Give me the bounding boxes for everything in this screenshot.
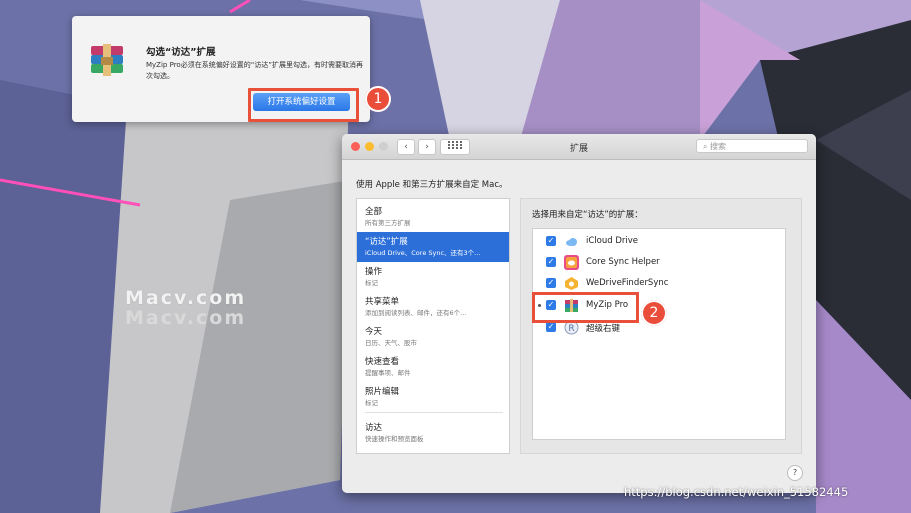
step-1-highlight: [248, 88, 359, 122]
sidebar-item-title: 照片编辑: [365, 387, 400, 397]
search-input[interactable]: ⌕ 搜索: [696, 139, 808, 153]
sidebar-item-title: 操作: [365, 267, 383, 277]
extension-row-wedrive[interactable]: ✓ WeDriveFinderSync: [533, 274, 785, 294]
extension-category-sidebar: 全部 所有第三方扩展 “访达”扩展 iCloud Drive、Core Sync…: [356, 198, 510, 454]
step-1-badge: 1: [365, 86, 391, 112]
sidebar-item-title: 共享菜单: [365, 297, 400, 307]
search-icon: ⌕: [703, 142, 708, 151]
extension-checkbox[interactable]: ✓: [546, 278, 556, 288]
sidebar-divider: [365, 412, 503, 413]
sidebar-item-subtitle: 标记: [365, 279, 378, 287]
minimize-button[interactable]: [365, 142, 374, 151]
extensions-list: ✓ iCloud Drive ✓ Core Sync Helper ✓ WeDr…: [532, 228, 786, 440]
extension-row-icloud-drive[interactable]: ✓ iCloud Drive: [533, 232, 785, 252]
sidebar-item-subtitle: 所有第三方扩展: [365, 219, 411, 227]
back-button[interactable]: ‹: [397, 139, 415, 155]
step-2-badge: 2: [641, 300, 667, 326]
watermark-text-shadow: Macv.com: [125, 307, 247, 329]
notification-title: 勾选“访达”扩展: [146, 47, 216, 58]
extension-name: Core Sync Helper: [586, 257, 660, 267]
sidebar-item-subtitle: 快速操作和预览面板: [365, 435, 424, 443]
sidebar-item-subtitle: iCloud Drive、Core Sync、还有3个...: [365, 249, 481, 257]
sidebar-item-finder[interactable]: 访达 快速操作和预览面板: [357, 418, 509, 448]
extension-name: 超级右键: [586, 324, 621, 334]
step-2-highlight: [532, 292, 639, 323]
extension-checkbox[interactable]: ✓: [546, 236, 556, 246]
sidebar-item-all[interactable]: 全部 所有第三方扩展: [357, 202, 509, 232]
wedrive-icon: [565, 277, 578, 290]
sidebar-item-finder-extensions[interactable]: “访达”扩展 iCloud Drive、Core Sync、还有3个...: [357, 232, 509, 262]
extensions-pane: 选择用来自定“访达”的扩展： ✓ iCloud Drive ✓ Core Syn…: [520, 198, 802, 454]
sidebar-item-share-menu[interactable]: 共享菜单 添加到阅读列表、邮件，还有6个...: [357, 292, 509, 322]
sidebar-item-title: 全部: [365, 207, 383, 217]
extension-row-core-sync-helper[interactable]: ✓ Core Sync Helper: [533, 253, 785, 273]
sidebar-item-quick-look[interactable]: 快速查看 提醒事项、邮件: [357, 352, 509, 382]
extension-name: iCloud Drive: [586, 236, 639, 246]
sidebar-item-subtitle: 日历、天气、股市: [365, 339, 417, 347]
extension-name: WeDriveFinderSync: [586, 278, 669, 288]
close-button[interactable]: [351, 142, 360, 151]
svg-text:R: R: [568, 324, 574, 334]
forward-button[interactable]: ›: [418, 139, 436, 155]
zoom-button[interactable]: [379, 142, 388, 151]
sidebar-item-title: 快速查看: [365, 357, 400, 367]
window-title: 扩展: [570, 144, 589, 154]
sidebar-item-photo-editing[interactable]: 照片编辑 标记: [357, 382, 509, 412]
sidebar-item-title: 访达: [365, 423, 383, 433]
help-button[interactable]: ?: [787, 465, 803, 481]
search-placeholder: 搜索: [710, 142, 727, 151]
window-description: 使用 Apple 和第三方扩展来自定 Mac。: [356, 180, 508, 190]
creative-cloud-icon: [564, 255, 579, 270]
winrar-archive-icon: [91, 44, 123, 76]
sidebar-item-subtitle: 标记: [365, 399, 378, 407]
extensions-list-label: 选择用来自定“访达”的扩展：: [532, 210, 643, 220]
notification-body: MyZip Pro必须在系统偏好设置的“访达”扩展里勾选，有时需要取消再次勾选。: [146, 61, 363, 80]
watermark-text: Macv.com: [125, 287, 247, 309]
extension-checkbox[interactable]: ✓: [546, 322, 556, 332]
sidebar-item-today[interactable]: 今天 日历、天气、股市: [357, 322, 509, 352]
sidebar-item-actions[interactable]: 操作 标记: [357, 262, 509, 292]
extension-checkbox[interactable]: ✓: [546, 257, 556, 267]
grid-icon: [448, 141, 462, 149]
icloud-icon: [566, 238, 577, 246]
source-watermark: https://blog.csdn.net/weixin_51582445: [624, 485, 849, 499]
sidebar-item-title: 今天: [365, 327, 383, 337]
sidebar-item-subtitle: 添加到阅读列表、邮件，还有6个...: [365, 309, 467, 317]
sidebar-item-title: “访达”扩展: [365, 237, 408, 247]
sidebar-item-subtitle: 提醒事项、邮件: [365, 369, 411, 377]
show-all-grid-button[interactable]: [440, 139, 470, 155]
window-titlebar: ‹ › 扩展 ⌕ 搜索: [342, 134, 816, 160]
